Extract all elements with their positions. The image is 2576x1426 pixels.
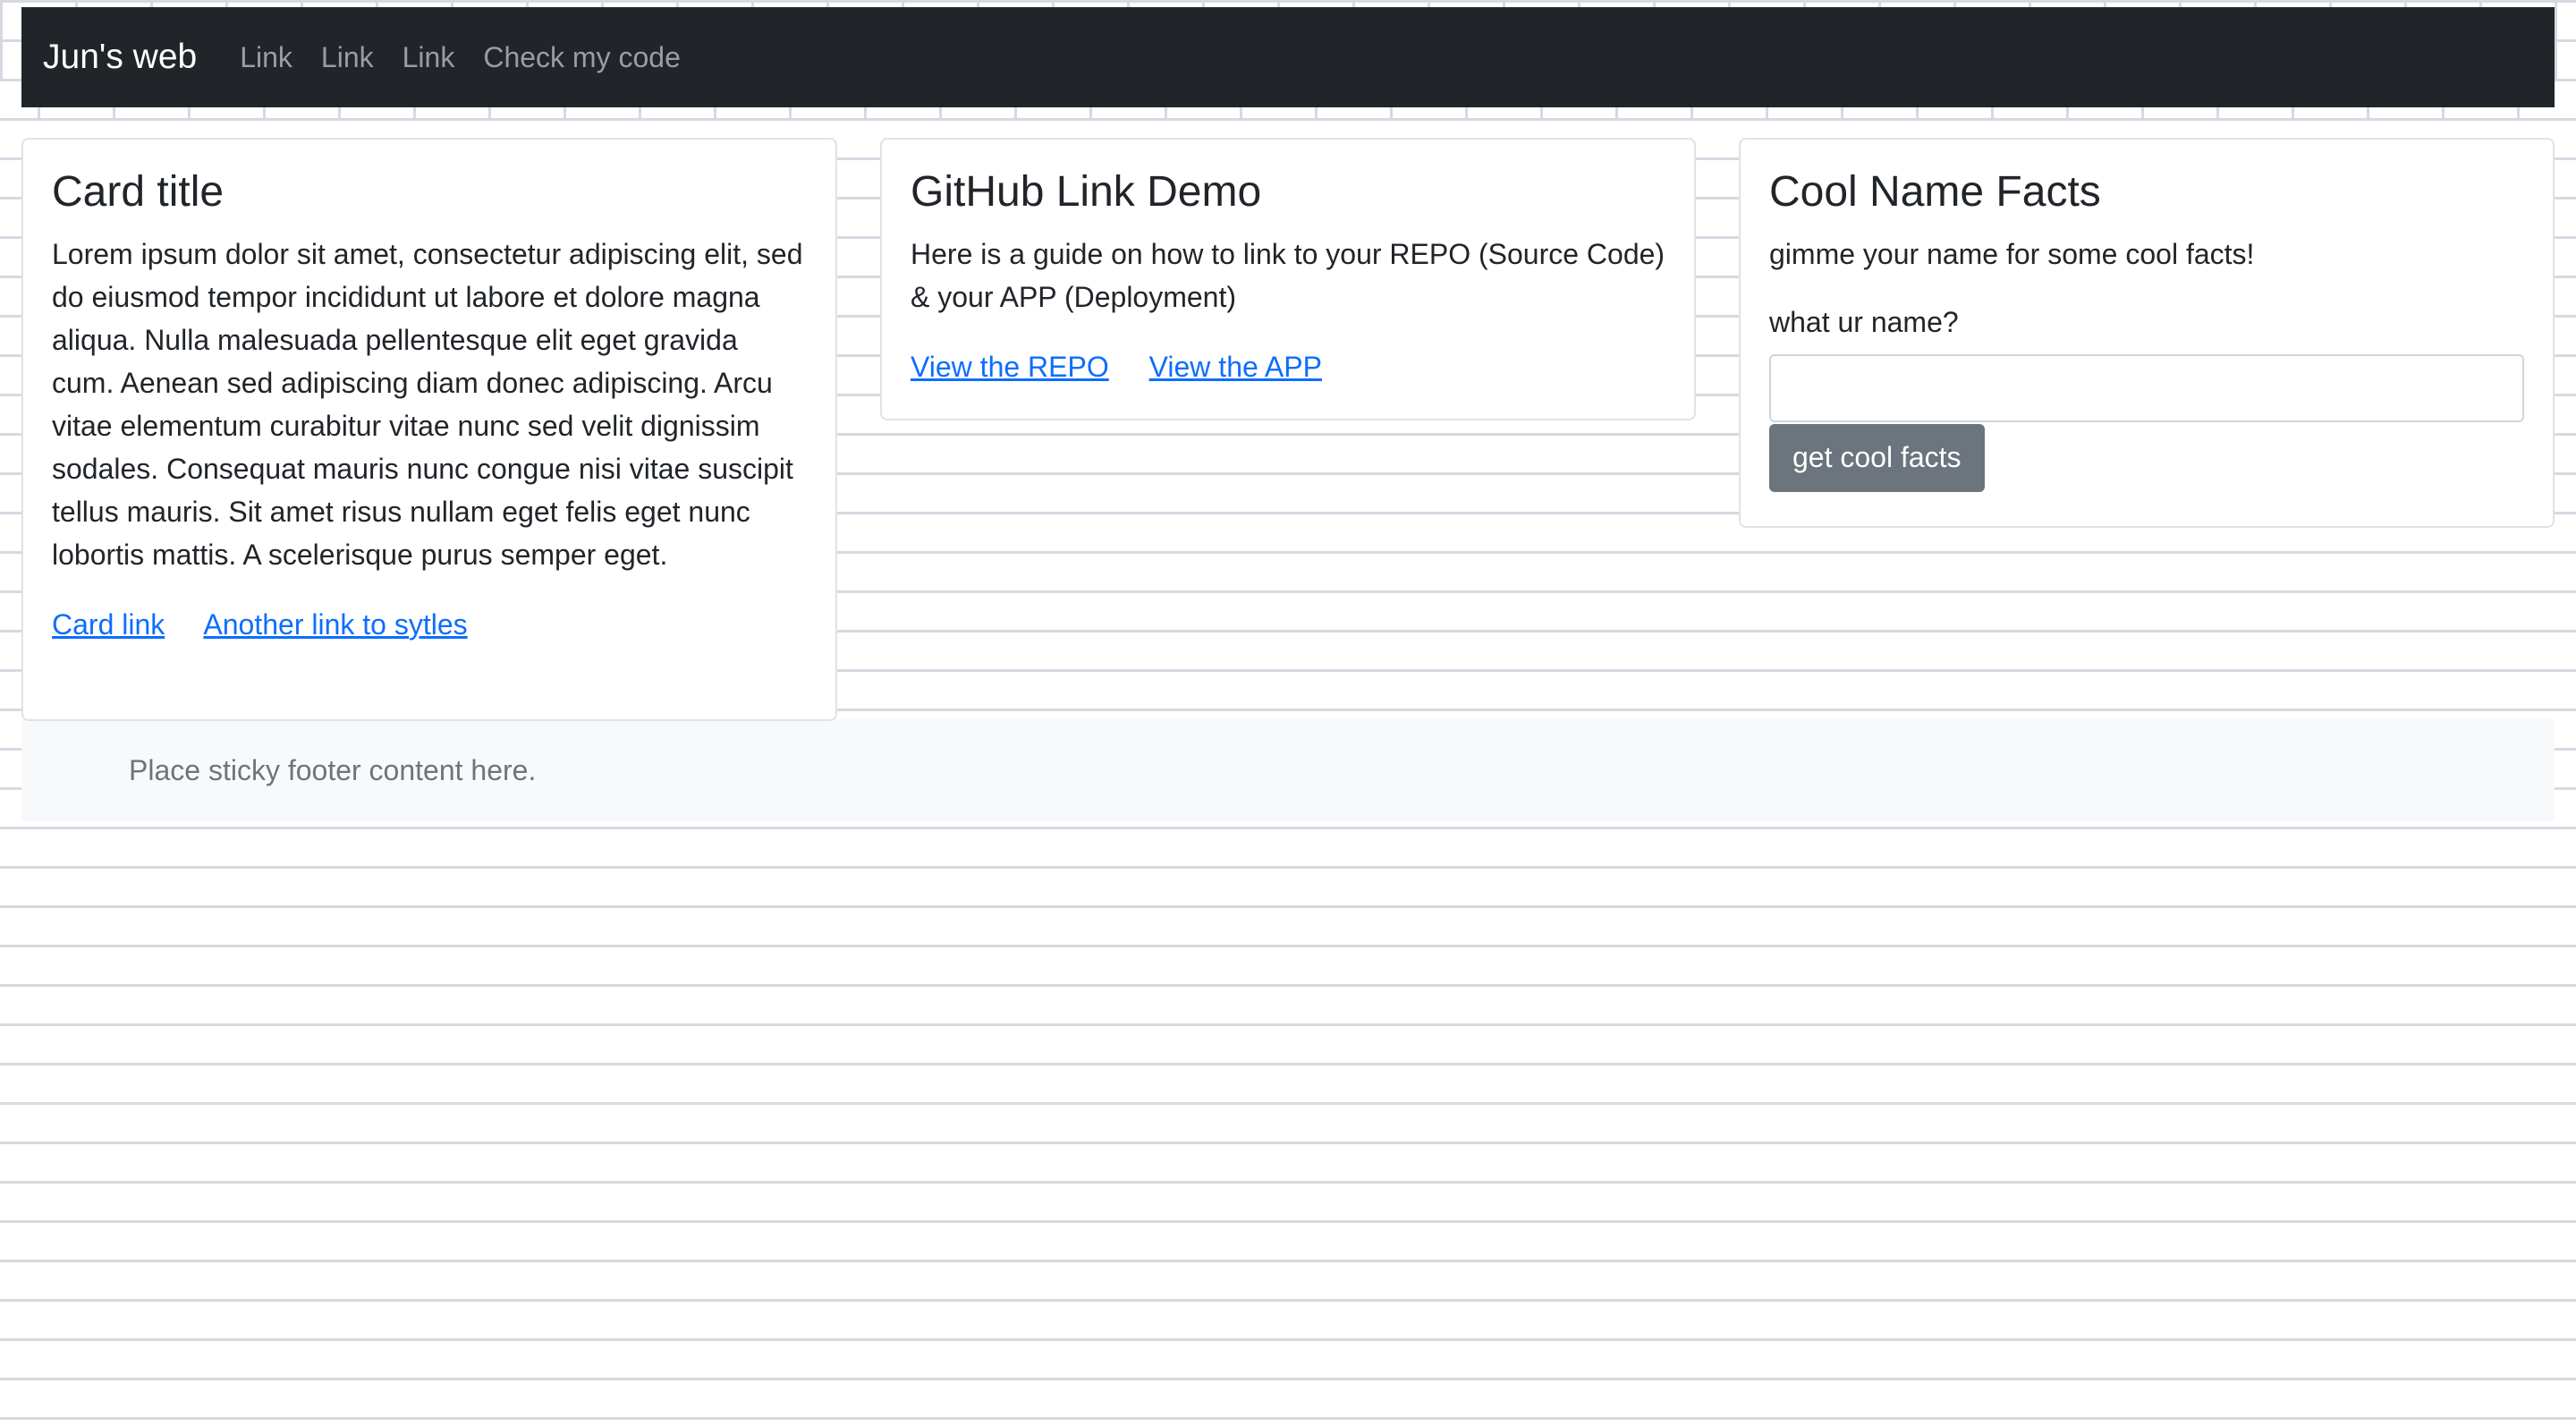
nav-link-2[interactable]: Link [321,41,374,74]
card-title: Cool Name Facts [1769,168,2101,216]
name-facts-card: Cool Name Facts gimme your name for some… [1739,138,2555,528]
styles-link[interactable]: Another link to sytles [203,608,467,641]
nav-link-check-my-code[interactable]: Check my code [483,41,681,74]
github-demo-card: GitHub Link Demo Here is a guide on how … [880,138,1696,420]
card-title: Card title [52,168,225,216]
card-text: Lorem ipsum dolor sit amet, consectetur … [52,237,803,571]
card-link[interactable]: Card link [52,608,165,641]
nav-link-3[interactable]: Link [402,41,455,74]
card-links: View the REPO View the APP [911,345,1665,388]
footer-text: Place sticky footer content here. [129,753,537,786]
card-text: Here is a guide on how to link to your R… [911,237,1665,313]
view-repo-link[interactable]: View the REPO [911,351,1109,383]
lorem-card: Card title Lorem ipsum dolor sit amet, c… [21,138,837,721]
top-navbar: Jun's web Link Link Link Check my code [21,7,2555,107]
get-cool-facts-button[interactable]: get cool facts [1769,423,1985,492]
card-title: GitHub Link Demo [911,168,1262,216]
sticky-footer: Place sticky footer content here. [21,719,2555,821]
view-app-link[interactable]: View the APP [1149,351,1322,383]
card-links: Card link Another link to sytles [52,603,807,646]
name-input[interactable] [1769,353,2524,422]
card-text: gimme your name for some cool facts! [1769,237,2255,270]
name-input-label: what ur name? [1769,305,1959,338]
brand-link[interactable]: Jun's web [43,38,197,77]
nav-link-1[interactable]: Link [240,41,292,74]
